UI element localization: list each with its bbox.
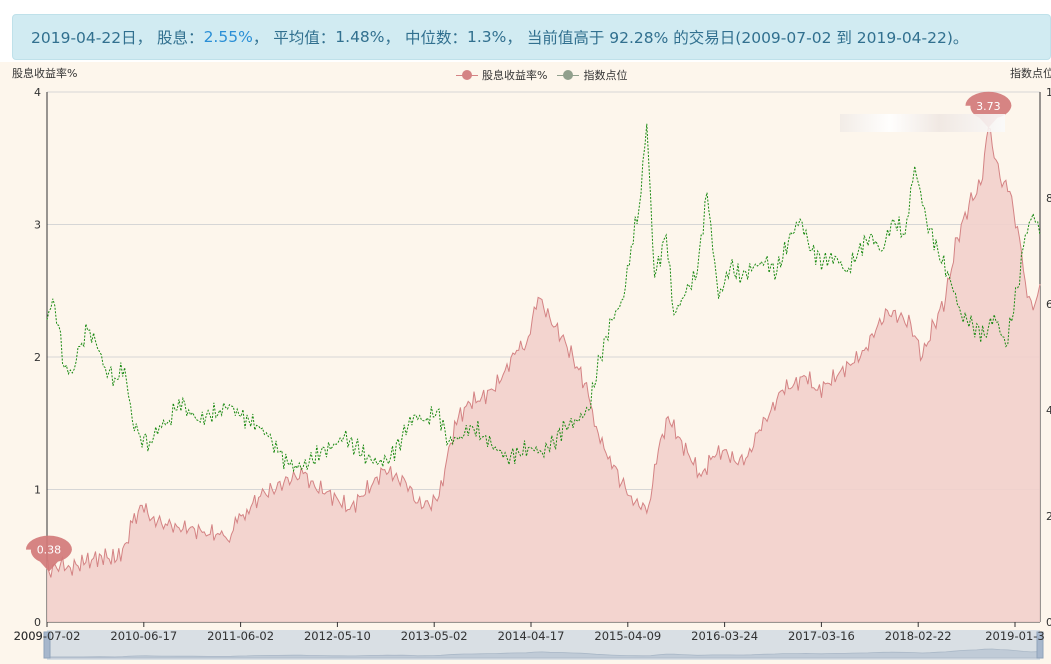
chart-panel: 股息收益率% 指数点位 股息收益率% 指数点位 012340246812009-…	[0, 62, 1051, 664]
y-left-tick-label: 2	[34, 351, 41, 364]
y-right-tick-label: 1	[1046, 86, 1051, 99]
x-tick-label-overlay: 2013-05-02	[401, 629, 468, 643]
summary-banner: 2019-04-22日， 股息： 2.55%， 平均值： 1.48%， 中位数： 1.…	[12, 14, 1051, 60]
banner-sep: ，	[506, 29, 522, 47]
banner-sep: ，	[136, 29, 153, 47]
y-right-tick-label: 0	[1046, 616, 1051, 629]
y-left-tick-label: 4	[34, 86, 41, 99]
average-label: 平均值：	[273, 29, 336, 47]
x-tick-label-overlay: 2019-01-3	[985, 629, 1045, 643]
percentile-text: 当前值高于 92.28% 的交易日(2009-07-02 到 2019-04-2…	[526, 29, 969, 47]
chart-svg: 0 1 2 3 4 0 2 4 6 8 1 2009-07-02 2010-06-17 2011-06-0…	[14, 86, 1051, 660]
median-label: 中位数：	[404, 29, 467, 47]
y-right-tick-label: 4	[1046, 404, 1051, 417]
banner-sep: ，	[384, 29, 401, 47]
marker-label: 3.73	[976, 100, 1001, 113]
y-left-tick-label: 3	[34, 219, 41, 232]
median-value: 1.3%	[467, 28, 507, 46]
x-tick-label-overlay: 2014-04-17	[498, 629, 565, 643]
dividend-label: 股息：	[157, 29, 204, 47]
marker-label: 0.38	[37, 544, 62, 557]
watermark-redaction	[840, 114, 1005, 132]
y-left-tick-label: 1	[34, 484, 41, 497]
y-right-tick-label: 8	[1046, 192, 1051, 205]
average-value: 1.48%	[335, 28, 385, 46]
x-tick-label-overlay: 2011-06-02	[207, 629, 274, 643]
x-tick-label-overlay: 2017-03-16	[788, 629, 855, 643]
dividend-value: 2.55%	[203, 28, 253, 46]
banner-date: 2019-04-22日	[31, 29, 137, 47]
x-tick-label-overlay: 2015-04-09	[594, 629, 661, 643]
x-tick-label-overlay: 2009-07-02	[14, 629, 81, 643]
y-right-tick-label: 6	[1046, 298, 1051, 311]
x-tick-label-overlay: 2010-06-17	[110, 629, 177, 643]
x-tick-label-overlay: 2018-02-22	[885, 629, 952, 643]
x-tick-label-overlay: 2012-05-10	[304, 629, 371, 643]
y-right-tick-label: 2	[1046, 510, 1051, 523]
x-tick-label-overlay: 2016-03-24	[691, 629, 758, 643]
y-left-tick-label: 0	[34, 616, 41, 629]
banner-sep: ，	[252, 29, 269, 47]
